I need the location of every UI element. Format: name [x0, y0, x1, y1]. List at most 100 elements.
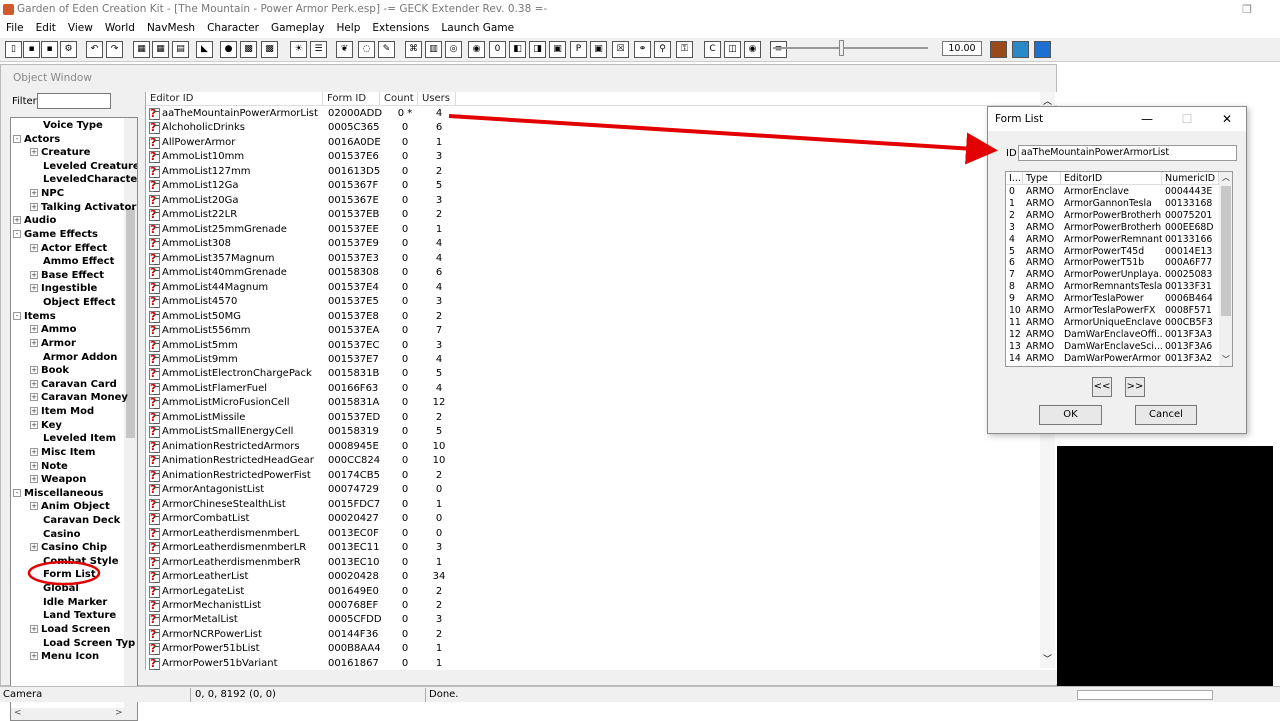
table-row[interactable]: AmmoList25mmGrenade 001537EE 0 1: [146, 223, 458, 238]
tree-item-note[interactable]: + Note: [30, 460, 68, 473]
redo-icon[interactable]: ↷: [106, 41, 123, 58]
tree-item-item-mod[interactable]: + Item Mod: [30, 405, 94, 418]
expand-icon[interactable]: +: [30, 447, 38, 456]
restore-icon[interactable]: ❐: [1240, 3, 1254, 17]
tree-item-armor-addon[interactable]: Armor Addon: [43, 351, 117, 364]
zoom-slider-thumb[interactable]: [839, 40, 844, 56]
ortho-icon[interactable]: 0: [489, 41, 506, 58]
tree-item-caravan-money[interactable]: + Caravan Money: [30, 391, 128, 404]
expand-icon[interactable]: +: [30, 379, 38, 388]
delete-icon[interactable]: ☒: [612, 41, 629, 58]
tree-item-casino-chip[interactable]: + Casino Chip: [30, 541, 107, 554]
navmesh-icon[interactable]: ▥: [425, 41, 442, 58]
expand-icon[interactable]: +: [30, 270, 38, 279]
expand-icon[interactable]: +: [30, 624, 38, 633]
previous-button[interactable]: <<: [1092, 377, 1112, 397]
menu-file[interactable]: File: [0, 20, 30, 37]
tree-item-leveled-item[interactable]: Leveled Item: [43, 432, 116, 445]
tree-item-book[interactable]: + Book: [30, 364, 69, 377]
ok-button[interactable]: OK: [1039, 405, 1102, 425]
dialog-header-numericid[interactable]: NumericID: [1162, 172, 1219, 185]
link-icon[interactable]: ⚭: [634, 41, 651, 58]
right-scroll-field[interactable]: [1077, 690, 1213, 700]
cube-edit-icon[interactable]: ◨: [529, 41, 546, 58]
table-row[interactable]: AllPowerArmor 0016A0DE 0 1: [146, 136, 458, 151]
table-row[interactable]: AmmoListMissile 001537ED 0 2: [146, 411, 458, 426]
table-row[interactable]: ArmorLeatherdismenmberLR 0013EC11 0 3: [146, 541, 458, 556]
scroll-down-icon[interactable]: ﹀: [1222, 354, 1230, 365]
table-row[interactable]: AmmoList357Magnum 001537E3 0 4: [146, 252, 458, 267]
table-row[interactable]: AnimationRestrictedArmors 0008945E 0 10: [146, 440, 458, 455]
cube-icon[interactable]: ◧: [509, 41, 526, 58]
list-item[interactable]: 6 ARMO ArmorPowerT51b 000A6F77: [1006, 257, 1218, 269]
scroll-up-icon[interactable]: ︿: [1222, 172, 1230, 183]
save-all-icon[interactable]: ▪: [41, 41, 58, 58]
dialog-header-editorid[interactable]: EditorID: [1061, 172, 1162, 185]
portal-icon[interactable]: ▣: [549, 41, 566, 58]
tree-item-key[interactable]: + Key: [30, 419, 62, 432]
list-item[interactable]: 4 ARMO ArmorPowerRemnants 00133166: [1006, 234, 1218, 246]
form-list-view[interactable]: Editor ID Form ID Count Users aaTheMount…: [145, 92, 1057, 670]
texture-icon[interactable]: ▩: [240, 41, 257, 58]
list-item[interactable]: 5 ARMO ArmorPowerT45d 00014E13: [1006, 246, 1218, 258]
category-tree[interactable]: < > Voice Type - Actors + Creature Leveled Cr…: [10, 117, 138, 721]
tree-item-ingestible[interactable]: + Ingestible: [30, 282, 97, 295]
table-row[interactable]: ArmorLeatherdismenmberL 0013EC0F 0 0: [146, 527, 458, 542]
box-icon[interactable]: ◉: [468, 41, 485, 58]
table-row[interactable]: AmmoList44Magnum 001537E4 0 4: [146, 281, 458, 296]
table-row[interactable]: ArmorMechanistList 000768EF 0 2: [146, 599, 458, 614]
menu-launch-game[interactable]: Launch Game: [435, 20, 520, 37]
table-row[interactable]: AmmoList9mm 001537E7 0 4: [146, 353, 458, 368]
list-item[interactable]: 12 ARMO DamWarEnclaveOffi... 0013F3A3: [1006, 329, 1218, 341]
tree-item-audio[interactable]: + Audio: [13, 214, 56, 227]
tree-item-items[interactable]: - Items: [13, 310, 56, 323]
tree-item-casino[interactable]: Casino: [43, 528, 80, 541]
walk-icon[interactable]: ⚲: [654, 41, 671, 58]
list-item[interactable]: 1 ARMO ArmorGannonTesla 00133168: [1006, 198, 1218, 210]
dialog-id-input[interactable]: aaTheMountainPowerArmorList: [1018, 145, 1237, 161]
tree-item-land-texture[interactable]: Land Texture: [43, 609, 116, 622]
list-item[interactable]: 10 ARMO ArmorTeslaPowerFX 0008F571: [1006, 305, 1218, 317]
tree-item-npc[interactable]: + NPC: [30, 187, 64, 200]
tree-item-weapon[interactable]: + Weapon: [30, 473, 86, 486]
tree-item-talking-activator[interactable]: + Talking Activator: [30, 201, 136, 214]
wall-texture-icon[interactable]: [990, 41, 1007, 58]
tree-item-ammo[interactable]: + Ammo: [30, 323, 76, 336]
list-icon[interactable]: ≡: [770, 41, 787, 58]
menu-gameplay[interactable]: Gameplay: [265, 20, 331, 37]
header-count[interactable]: Count: [380, 92, 418, 106]
scroll-left-icon[interactable]: <: [14, 708, 22, 718]
tree-item-menu-icon[interactable]: + Menu Icon: [30, 650, 99, 663]
list-item[interactable]: 11 ARMO ArmorUniqueEnclave 000CB5F3: [1006, 317, 1218, 329]
table-row[interactable]: AmmoList308 001537E9 0 4: [146, 237, 458, 252]
scroll-down-icon[interactable]: ﹀: [1043, 652, 1052, 665]
minimize-icon[interactable]: —: [1138, 111, 1156, 127]
tree-item-ammo-effect[interactable]: Ammo Effect: [43, 255, 114, 268]
table-row[interactable]: ArmorMetalList 0005CFDD 0 3: [146, 613, 458, 628]
world-map-icon[interactable]: [1012, 41, 1029, 58]
table-row[interactable]: ArmorLeatherdismenmberR 0013EC10 0 1: [146, 556, 458, 571]
dialog-header-type[interactable]: Type: [1023, 172, 1061, 185]
expand-icon[interactable]: +: [30, 502, 38, 511]
table-row[interactable]: ArmorChineseStealthList 0015FDC7 0 1: [146, 498, 458, 513]
new-file-icon[interactable]: ▯: [5, 41, 22, 58]
list-item[interactable]: 14 ARMO DamWarPowerArmor 0013F3A2: [1006, 353, 1218, 365]
tree-item-miscellaneous[interactable]: - Miscellaneous: [13, 487, 104, 500]
undo-icon[interactable]: ↶: [86, 41, 103, 58]
expand-icon[interactable]: +: [30, 652, 38, 661]
water-icon[interactable]: [1034, 41, 1051, 58]
header-form-id[interactable]: Form ID: [323, 92, 380, 106]
table-row[interactable]: AlchoholicDrinks 0005C365 0 6: [146, 121, 458, 136]
cancel-button[interactable]: Cancel: [1135, 405, 1197, 425]
table-row[interactable]: AmmoList40mmGrenade 00158308 0 6: [146, 266, 458, 281]
tree-item-actor-effect[interactable]: + Actor Effect: [30, 242, 107, 255]
table-row[interactable]: aaTheMountainPowerArmorList 02000ADD 0 * 4: [146, 107, 458, 122]
table-row[interactable]: AmmoListSmallEnergyCell 00158319 0 5: [146, 425, 458, 440]
tree-item-load-screen-typ[interactable]: Load Screen Typ: [43, 637, 135, 650]
table-row[interactable]: AmmoList127mm 001613D5 0 2: [146, 165, 458, 180]
list-item[interactable]: 0 ARMO ArmorEnclave 0004443E: [1006, 186, 1218, 198]
table-row[interactable]: AmmoList20Ga 0015367E 0 3: [146, 194, 458, 209]
expand-icon[interactable]: +: [30, 202, 38, 211]
menu-navmesh[interactable]: NavMesh: [141, 20, 201, 37]
tree-item-voice-type[interactable]: Voice Type: [43, 119, 103, 132]
